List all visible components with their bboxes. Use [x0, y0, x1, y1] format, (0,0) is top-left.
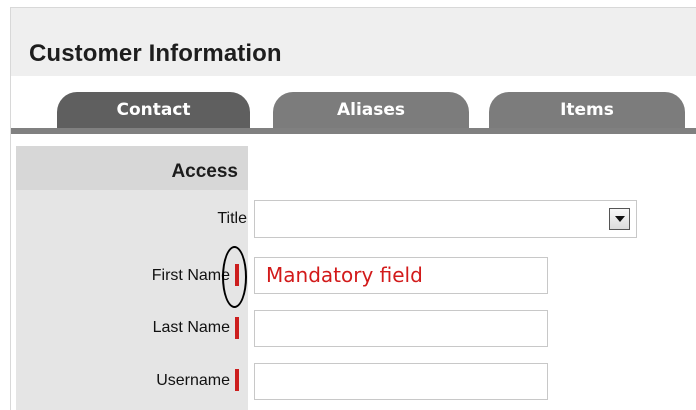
field-label-title: Title	[217, 210, 247, 227]
chevron-down-icon	[614, 216, 625, 222]
annotation-circle	[222, 246, 247, 308]
field-label-first-name: First Name	[151, 267, 230, 284]
field-label-last-name: Last Name	[152, 319, 230, 336]
tab-contact[interactable]: Contact	[57, 92, 250, 128]
title-select[interactable]	[254, 200, 637, 238]
page-title: Customer Information	[29, 40, 282, 67]
section-label-access: Access	[171, 161, 238, 182]
required-marker-username	[235, 369, 239, 391]
tab-items[interactable]: Items	[489, 92, 685, 128]
tab-aliases[interactable]: Aliases	[273, 92, 469, 128]
field-label-username: Username	[156, 372, 230, 389]
last-name-field[interactable]	[254, 310, 548, 347]
mandatory-field-annotation: Mandatory field	[266, 263, 423, 287]
select-dropdown-button[interactable]	[609, 208, 630, 230]
page-header: Customer Information	[11, 8, 696, 76]
required-marker-last-name	[235, 317, 239, 339]
username-field[interactable]	[254, 363, 548, 400]
tab-rule	[11, 128, 696, 134]
